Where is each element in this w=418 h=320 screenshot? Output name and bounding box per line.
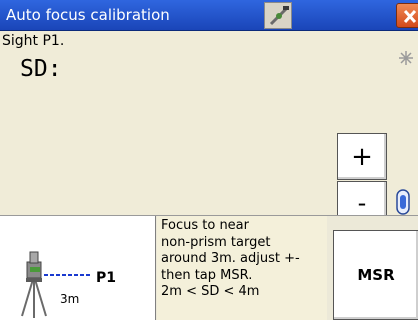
- focus-plus-button[interactable]: +: [337, 133, 387, 180]
- help-line: Focus to near: [161, 218, 249, 233]
- msr-button[interactable]: MSR: [333, 230, 418, 320]
- help-text: Focus to near non-prism target around 3m…: [157, 216, 327, 320]
- total-station-icon: [21, 251, 47, 318]
- help-line: 2m < SD < 4m: [161, 284, 260, 299]
- focus-dial-icon: [396, 189, 410, 215]
- window-title: Auto focus calibration: [6, 6, 170, 24]
- help-line: around 3m. adjust +-: [161, 251, 300, 266]
- target-label: P1: [96, 270, 117, 286]
- sd-label: SD:: [20, 56, 62, 82]
- close-icon[interactable]: [396, 3, 418, 28]
- asterisk-icon: [398, 50, 414, 66]
- title-bar: Auto focus calibration: [0, 0, 418, 31]
- distance-label: 3m: [60, 292, 80, 306]
- instrument-icon[interactable]: [264, 2, 292, 29]
- help-line: then tap MSR.: [161, 267, 253, 283]
- instruction-text: Sight P1.: [2, 33, 65, 49]
- help-line: non-prism target: [161, 234, 271, 250]
